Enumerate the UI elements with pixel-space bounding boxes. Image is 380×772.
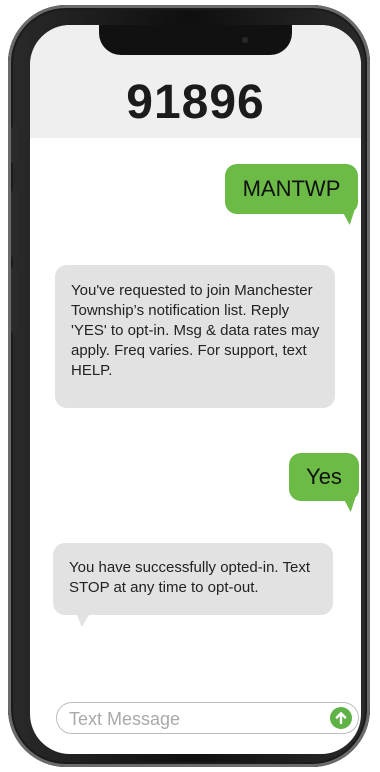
message-input-placeholder: Text Message [69, 709, 181, 729]
volume-down-button [11, 267, 17, 333]
camera-icon [242, 37, 248, 43]
text-fade [55, 386, 335, 408]
arrow-up-icon [335, 712, 347, 725]
mute-switch [11, 127, 17, 163]
outgoing-message-bubble[interactable]: MANTWP [225, 164, 358, 225]
outgoing-message-bubble[interactable]: Yes [289, 453, 359, 512]
bubble-tail [338, 498, 356, 512]
incoming-message-bubble[interactable]: You've requested to join Manchester Town… [55, 265, 335, 408]
conversation-header: 91896 [30, 25, 361, 138]
incoming-message-bubble[interactable]: You have successfully opted-in. Text STO… [53, 543, 333, 627]
message-input[interactable]: Text Message [56, 702, 359, 734]
bubble-tail [337, 211, 355, 225]
message-text: MANTWP [242, 176, 341, 201]
message-text: Yes [306, 464, 342, 489]
send-button[interactable] [330, 707, 352, 729]
contact-title[interactable]: 91896 [30, 75, 361, 130]
volume-up-button [11, 191, 17, 257]
notch [99, 25, 292, 55]
bubble-tail [76, 613, 96, 627]
message-text: You have successfully opted-in. Text STO… [69, 559, 310, 596]
phone-screen: 91896 MANTWP You've requested to join Ma… [30, 25, 361, 754]
phone-frame: 91896 MANTWP You've requested to join Ma… [8, 5, 370, 767]
